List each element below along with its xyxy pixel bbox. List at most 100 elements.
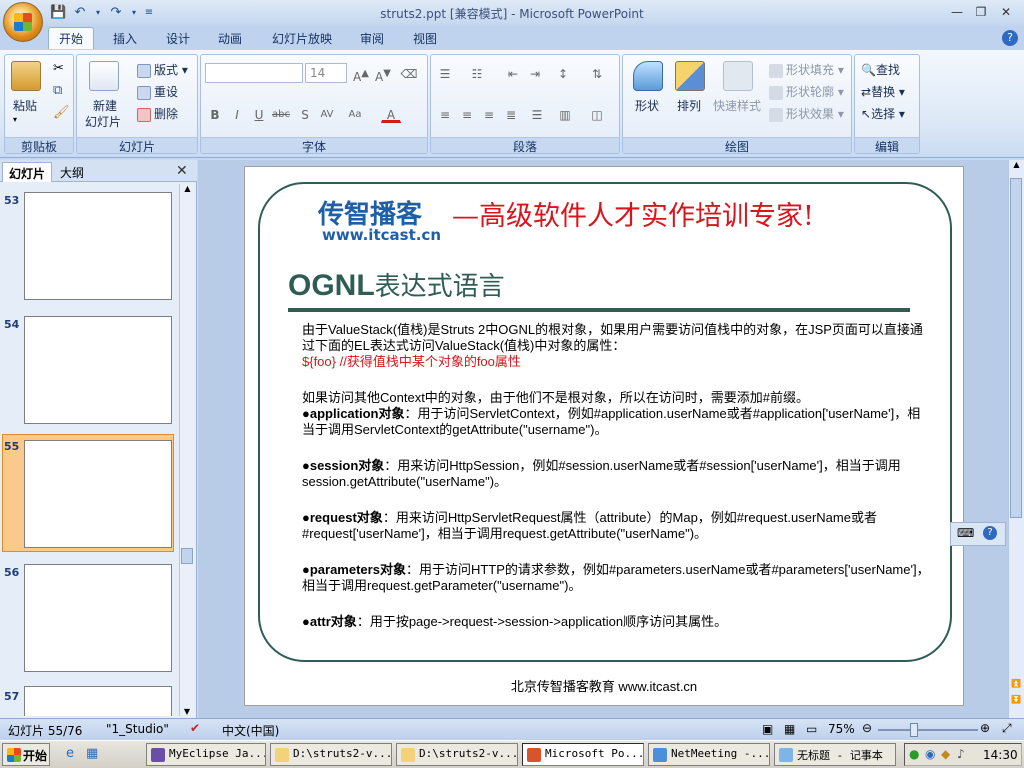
align-left-icon[interactable]: ≡: [435, 105, 455, 123]
replace-button[interactable]: ⇄替换 ▾: [861, 83, 905, 100]
shapes-button[interactable]: 形状: [635, 97, 659, 114]
tab-design[interactable]: 设计: [156, 28, 200, 50]
taskbar-item[interactable]: D:\struts2-v...: [396, 743, 518, 766]
slide-thumbnail[interactable]: [24, 686, 172, 716]
zoom-in-icon[interactable]: ⊕: [980, 721, 990, 735]
increase-indent-icon[interactable]: ⇥: [525, 64, 545, 82]
taskbar-item[interactable]: D:\struts2-v...: [270, 743, 392, 766]
close-pane-icon[interactable]: ✕: [176, 163, 188, 179]
underline-icon[interactable]: U: [249, 105, 269, 123]
normal-view-icon[interactable]: ▣: [762, 722, 773, 736]
spellcheck-icon[interactable]: ✔: [190, 721, 200, 735]
tab-view[interactable]: 视图: [403, 28, 447, 50]
minimize-button[interactable]: —: [946, 3, 968, 21]
start-button[interactable]: 开始: [2, 743, 50, 766]
arrange-icon[interactable]: [675, 61, 705, 91]
line-spacing-icon[interactable]: ↕: [553, 64, 573, 82]
shadow-icon[interactable]: S: [295, 105, 315, 123]
slide-thumbnail[interactable]: [24, 564, 172, 672]
zoom-out-icon[interactable]: ⊖: [862, 721, 872, 735]
scroll-down-icon[interactable]: ▼: [180, 707, 194, 716]
zoom-slider[interactable]: [878, 729, 978, 731]
tab-home[interactable]: 开始: [48, 27, 95, 49]
slide-thumbnail[interactable]: [24, 192, 172, 300]
shapes-icon[interactable]: [633, 61, 663, 91]
columns-icon[interactable]: ▥: [555, 105, 575, 123]
bullets-icon[interactable]: ☰: [435, 64, 455, 82]
tray-volume-icon[interactable]: ♪: [957, 747, 965, 761]
sorter-view-icon[interactable]: ▦: [784, 722, 795, 736]
tab-animation[interactable]: 动画: [208, 28, 252, 50]
zoom-slider-thumb[interactable]: [910, 723, 918, 737]
tray-app-icon[interactable]: ◆: [941, 747, 950, 761]
new-slide-icon[interactable]: [89, 61, 119, 91]
close-button[interactable]: ✕: [995, 3, 1017, 21]
align-right-icon[interactable]: ≡: [479, 105, 499, 123]
slide-body[interactable]: 由于ValueStack(值栈)是Struts 2中OGNL的根对象，如果用户需…: [302, 322, 932, 630]
office-button[interactable]: [3, 2, 43, 42]
layout-button[interactable]: 版式 ▾: [137, 61, 188, 78]
ie-icon[interactable]: e: [66, 746, 74, 761]
char-spacing-icon[interactable]: AV: [317, 105, 337, 123]
slide-scrollbar[interactable]: ▲ ⏫ ⏬: [1008, 160, 1024, 718]
find-button[interactable]: 🔍查找: [861, 61, 900, 78]
tray-network-icon[interactable]: ◉: [925, 747, 935, 761]
slideshow-view-icon[interactable]: ▭: [806, 722, 817, 736]
clear-format-icon[interactable]: ⌫: [399, 64, 419, 82]
grow-font-icon[interactable]: A▲: [351, 64, 371, 84]
scroll-up-icon[interactable]: ▲: [1009, 160, 1024, 176]
taskbar-item[interactable]: MyEclipse Ja...: [146, 743, 266, 766]
tab-outline[interactable]: 大纲: [54, 162, 90, 182]
paste-dropdown-icon[interactable]: ▾: [13, 115, 17, 124]
cut-icon[interactable]: ✂: [53, 61, 64, 76]
language[interactable]: 中文(中国): [222, 722, 279, 739]
change-case-icon[interactable]: Aa: [345, 105, 365, 123]
show-desktop-icon[interactable]: ▦: [86, 746, 98, 761]
new-slide-button[interactable]: 新建: [93, 97, 117, 114]
quick-styles-button[interactable]: 快速样式: [713, 97, 761, 114]
tab-slides[interactable]: 幻灯片: [2, 162, 53, 182]
shape-fill-button[interactable]: 形状填充 ▾: [769, 61, 844, 78]
tab-insert[interactable]: 插入: [103, 28, 147, 50]
delete-button[interactable]: 删除: [137, 105, 178, 122]
smartart-icon[interactable]: ◫: [587, 105, 607, 123]
bold-icon[interactable]: B: [205, 105, 225, 123]
new-slide-button-line2[interactable]: 幻灯片: [85, 113, 121, 130]
scroll-thumb[interactable]: [181, 548, 193, 564]
restore-button[interactable]: ❐: [970, 3, 992, 21]
copy-icon[interactable]: ⧉: [53, 83, 62, 98]
format-painter-icon[interactable]: 🖌: [53, 105, 70, 120]
italic-icon[interactable]: I: [227, 105, 247, 123]
scroll-thumb[interactable]: [1010, 178, 1022, 518]
text-direction-icon[interactable]: ⇅: [587, 64, 607, 82]
shape-effects-button[interactable]: 形状效果 ▾: [769, 105, 844, 122]
help-icon[interactable]: ?: [1002, 30, 1018, 46]
taskbar-item-active[interactable]: Microsoft Po...: [522, 743, 644, 766]
decrease-indent-icon[interactable]: ⇤: [503, 64, 523, 82]
quick-styles-icon[interactable]: [723, 61, 753, 91]
paste-button[interactable]: 粘贴: [13, 97, 37, 114]
font-size-field[interactable]: 14: [305, 63, 347, 83]
tray-green-icon[interactable]: ●: [909, 747, 919, 761]
select-button[interactable]: ↖选择 ▾: [861, 105, 905, 122]
font-color-icon[interactable]: A: [381, 105, 401, 123]
prev-slide-icon[interactable]: ⏫: [1009, 679, 1023, 688]
next-slide-icon[interactable]: ⏬: [1009, 695, 1023, 704]
zoom-level[interactable]: 75%: [828, 722, 855, 736]
numbering-icon[interactable]: ☷: [467, 64, 487, 82]
shrink-font-icon[interactable]: A▼: [373, 64, 393, 84]
shape-outline-button[interactable]: 形状轮廓 ▾: [769, 83, 844, 100]
distribute-icon[interactable]: ☰: [527, 105, 547, 123]
strikethrough-icon[interactable]: abc: [271, 105, 291, 123]
scroll-up-icon[interactable]: ▲: [180, 184, 195, 200]
help-icon[interactable]: ?: [983, 526, 997, 540]
taskbar-item[interactable]: 无标题 - 记事本: [774, 743, 896, 766]
font-name-field[interactable]: [205, 63, 303, 83]
ime-icon[interactable]: ⌨: [957, 526, 974, 540]
align-center-icon[interactable]: ≡: [457, 105, 477, 123]
tab-review[interactable]: 审阅: [350, 28, 394, 50]
arrange-button[interactable]: 排列: [677, 97, 701, 114]
taskbar-item[interactable]: NetMeeting -...: [648, 743, 770, 766]
fit-window-icon[interactable]: ⤢: [1002, 721, 1012, 736]
paste-icon[interactable]: [11, 61, 41, 91]
